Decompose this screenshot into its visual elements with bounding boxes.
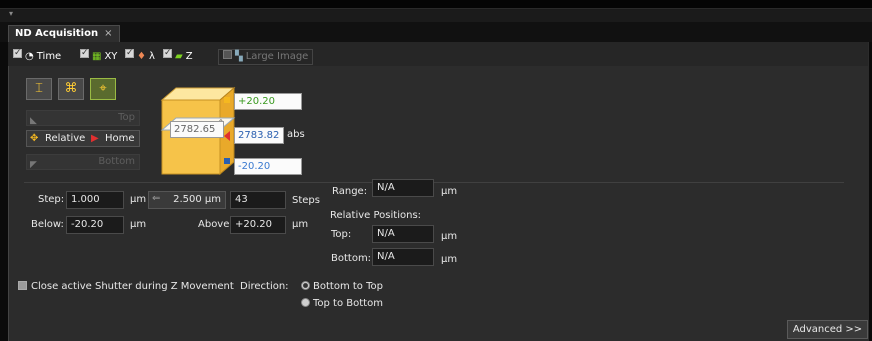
steps-count-input[interactable]: 43 [230, 191, 286, 209]
z-stack-icon: ▰ [175, 51, 183, 62]
below-input[interactable]: -20.20 [66, 216, 124, 234]
window-chrome: ▾ [0, 8, 872, 23]
dim-lambda[interactable]: ♦λ [125, 49, 155, 63]
current-z-left-field: 2782.65 [170, 121, 224, 138]
home-icon: ▶ [91, 133, 99, 144]
current-z-field[interactable]: 2783.82 [234, 127, 284, 144]
close-shutter-label: Close active Shutter during Z Movement [31, 281, 234, 292]
step-label: Step: [38, 194, 65, 205]
separator [24, 182, 844, 183]
relative-home-row: ✥ Relative ▶ Home [26, 130, 140, 147]
xy-label: XY [104, 51, 118, 62]
relative-icon: ✥ [30, 133, 39, 144]
tab-row [0, 22, 872, 42]
set-bottom-button[interactable]: ◤ Bottom [26, 154, 140, 170]
dim-z[interactable]: ▰Z [163, 49, 193, 63]
tab-title: ND Acquisition [15, 28, 99, 39]
bottom-to-top-label: Bottom to Top [313, 281, 383, 292]
above-unit: µm [292, 219, 309, 230]
xy-checkbox[interactable] [80, 49, 89, 58]
range-value: N/A [372, 179, 434, 197]
symmetric-range-icon: ⌘ [64, 81, 78, 96]
lambda-label: λ [148, 51, 155, 62]
lambda-checkbox[interactable] [125, 49, 134, 58]
dim-large-image[interactable]: ▚ Large Image [218, 49, 314, 65]
step-input[interactable]: 1.000 [66, 191, 124, 209]
range-unit: µm [441, 186, 458, 197]
above-label: Above: [198, 219, 233, 230]
tab-close-icon[interactable]: × [104, 28, 112, 39]
z-checkbox[interactable] [163, 49, 172, 58]
large-image-label: Large Image [245, 51, 309, 62]
top-bar [0, 0, 872, 8]
below-unit: µm [130, 219, 147, 230]
top-to-bottom-radio[interactable] [301, 298, 310, 307]
grid-icon: ▦ [92, 51, 102, 62]
abs-label: abs [287, 129, 305, 140]
upper-z-field[interactable]: +20.20 [234, 93, 302, 110]
steps-label: Steps [292, 195, 320, 206]
large-image-checkbox[interactable] [223, 50, 232, 59]
z-mode-symmetric-button[interactable]: ⌘ [58, 78, 84, 100]
asymmetric-range-icon: ⌖ [99, 81, 107, 96]
clock-icon: ◔ [25, 51, 34, 62]
step-size-value: 2.500 µm [173, 194, 221, 205]
above-input[interactable]: +20.20 [230, 216, 286, 234]
rel-bottom-value: N/A [372, 248, 434, 266]
bottom-label: Bottom [98, 156, 135, 167]
time-checkbox[interactable] [13, 49, 22, 58]
direction-bottom-to-top[interactable]: Bottom to Top [301, 280, 383, 294]
step-unit: µm [130, 194, 147, 205]
top-label: Top [118, 112, 135, 123]
rel-bottom-unit: µm [441, 254, 458, 265]
relative-button[interactable]: Relative [45, 131, 85, 146]
z-label: Z [185, 51, 193, 62]
upper-marker [224, 97, 230, 103]
current-marker [224, 131, 230, 141]
bottom-arrow-icon: ◤ [30, 160, 37, 170]
top-to-bottom-label: Top to Bottom [313, 298, 383, 309]
rel-top-label: Top: [331, 229, 352, 240]
set-top-button[interactable]: ◣ Top [26, 110, 140, 126]
advanced-button[interactable]: Advanced >> [787, 320, 868, 339]
close-shutter-option[interactable]: Close active Shutter during Z Movement [18, 280, 234, 294]
direction-top-to-bottom[interactable]: Top to Bottom [301, 297, 383, 311]
close-shutter-checkbox[interactable] [18, 281, 27, 290]
top-bottom-icon: ⌶ [35, 81, 43, 96]
dim-xy[interactable]: ▦XY [80, 49, 117, 63]
step-size-control[interactable]: ⇐ 2.500 µm [148, 191, 226, 209]
home-button[interactable]: Home [105, 131, 135, 146]
swap-arrow-icon: ⇐ [152, 193, 161, 204]
pin-icon[interactable]: ▾ [9, 9, 13, 18]
palette-icon: ♦ [137, 51, 146, 62]
below-label: Below: [31, 219, 64, 230]
dim-time[interactable]: ◔Time [13, 49, 61, 63]
nd-acquisition-panel [8, 42, 869, 341]
lower-z-field[interactable]: -20.20 [234, 158, 302, 175]
relative-positions-label: Relative Positions: [330, 210, 422, 221]
top-arrow-icon: ◣ [30, 116, 37, 126]
rel-top-value: N/A [372, 225, 434, 243]
time-label: Time [36, 51, 62, 62]
bottom-to-top-radio[interactable] [301, 281, 310, 290]
large-image-icon: ▚ [235, 51, 243, 62]
direction-label: Direction: [240, 281, 289, 292]
rel-bottom-label: Bottom: [331, 253, 372, 264]
tab-nd-acquisition[interactable]: ND Acquisition × [8, 25, 120, 42]
range-label: Range: [332, 186, 368, 197]
z-mode-top-bottom-button[interactable]: ⌶ [26, 78, 52, 100]
lower-marker [224, 158, 230, 164]
rel-top-unit: µm [441, 231, 458, 242]
z-mode-asymmetric-button[interactable]: ⌖ [90, 78, 116, 100]
